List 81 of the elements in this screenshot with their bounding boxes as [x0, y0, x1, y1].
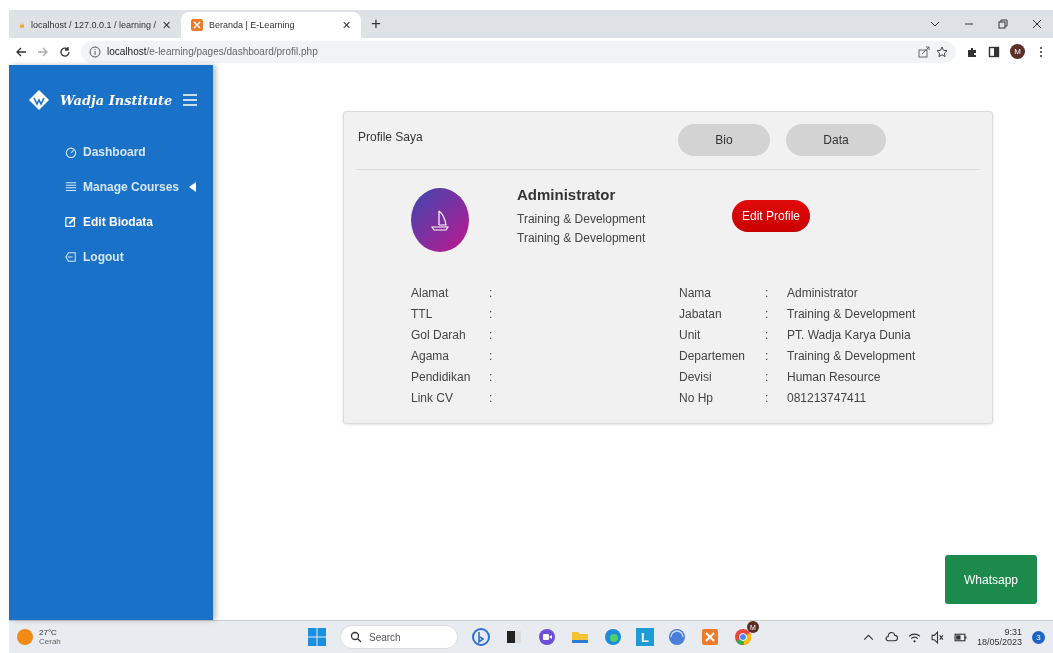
field-value: Administrator	[787, 286, 859, 300]
start-icon[interactable]	[307, 627, 327, 647]
reload-icon[interactable]	[59, 45, 71, 58]
field-value: Training & Development	[787, 307, 917, 321]
profile-subtitle: Training & Development	[517, 231, 647, 245]
menu-icon[interactable]	[182, 93, 199, 107]
list-icon	[65, 181, 77, 193]
clock-date[interactable]: 18/05/2023	[976, 637, 1022, 647]
field-value: PT. Wadja Karya Dunia	[787, 328, 912, 342]
sidebar-item[interactable]: Logout	[65, 250, 124, 264]
profile-name: Administrator	[517, 186, 617, 203]
field-value: 081213747411	[787, 391, 868, 405]
field-separator: :	[489, 286, 494, 300]
logo-icon	[28, 89, 50, 111]
temperature: 27°C	[39, 628, 58, 637]
info-icon[interactable]	[89, 45, 101, 58]
brand-name: Wadja Institute	[60, 92, 173, 108]
edit-icon	[65, 216, 77, 228]
search-icon	[350, 631, 362, 643]
browser-tab[interactable]: Beranda | E-Learning ✕	[181, 12, 361, 38]
back-icon[interactable]	[15, 45, 27, 58]
close-tab-icon[interactable]: ✕	[342, 18, 351, 32]
field-separator: :	[765, 307, 770, 321]
muted-speaker-icon[interactable]	[930, 630, 944, 644]
field-separator: :	[765, 391, 770, 405]
field-label: Agama	[411, 349, 451, 363]
field-value: Training & Development	[787, 349, 917, 363]
field-label: Pendidikan	[411, 370, 472, 384]
field-separator: :	[489, 391, 494, 405]
field-label: Alamat	[411, 286, 450, 300]
field-label: Jabatan	[679, 307, 723, 321]
profile-avatar[interactable]: M	[1010, 44, 1025, 59]
field-separator: :	[765, 286, 770, 300]
gauge-icon	[65, 146, 77, 158]
profile-tab[interactable]: Data	[786, 124, 886, 156]
close-icon[interactable]	[1031, 18, 1043, 30]
address-bar[interactable]: localhost/e-learning/pages/dashboard/profil.php	[81, 40, 956, 63]
field-label: Gol Darah	[411, 328, 467, 342]
profile-subtitle: Training & Development	[517, 212, 647, 226]
card-title: Profile Saya	[358, 130, 424, 144]
wifi-icon[interactable]	[907, 630, 921, 644]
xampp-icon	[191, 19, 203, 31]
field-label: No Hp	[679, 391, 714, 405]
field-label: Link CV	[411, 391, 455, 405]
field-separator: :	[489, 307, 494, 321]
video-call-icon[interactable]	[537, 627, 557, 647]
field-separator: :	[765, 370, 770, 384]
field-label: TTL	[411, 307, 434, 321]
clock-time[interactable]: 9:31	[1004, 627, 1022, 637]
search-field[interactable]: Search	[340, 625, 458, 649]
cloud-icon[interactable]	[884, 630, 898, 644]
side-panel-icon[interactable]	[988, 45, 1000, 58]
profile-tab[interactable]: Bio	[678, 124, 770, 156]
field-label: Devisi	[679, 370, 713, 384]
field-label: Unit	[679, 328, 702, 342]
new-tab-button[interactable]: +	[371, 14, 381, 34]
field-separator: :	[489, 370, 494, 384]
bing-icon[interactable]	[471, 627, 491, 647]
browser-tab[interactable]: localhost / 127.0.0.1 / learning / ✕	[9, 12, 181, 38]
notification-badge[interactable]: 3	[1032, 630, 1045, 644]
star-icon[interactable]	[936, 45, 948, 58]
logout-icon	[65, 251, 77, 263]
edit-profile-button[interactable]: Edit Profile	[732, 200, 811, 232]
close-tab-icon[interactable]: ✕	[162, 18, 171, 32]
field-separator: :	[489, 328, 494, 342]
restore-icon[interactable]	[997, 18, 1009, 30]
puzzle-icon[interactable]	[966, 45, 978, 58]
field-value: Human Resource	[787, 370, 882, 384]
sidebar-item[interactable]: Edit Biodata	[65, 215, 153, 229]
sidebar-item[interactable]: Dashboard	[65, 145, 146, 159]
weather-condition: Cerah	[39, 637, 61, 646]
xampp-icon[interactable]	[700, 627, 720, 647]
field-separator: :	[765, 349, 770, 363]
field-label: Nama	[679, 286, 712, 300]
share-icon[interactable]	[918, 45, 930, 58]
whatsapp-button[interactable]: Whatsapp	[945, 555, 1037, 604]
sidebar-item[interactable]: Manage Courses	[65, 180, 197, 194]
globe-icon[interactable]	[667, 627, 687, 647]
field-separator: :	[765, 328, 770, 342]
field-label: Departemen	[679, 349, 747, 363]
field-separator: :	[489, 349, 494, 363]
